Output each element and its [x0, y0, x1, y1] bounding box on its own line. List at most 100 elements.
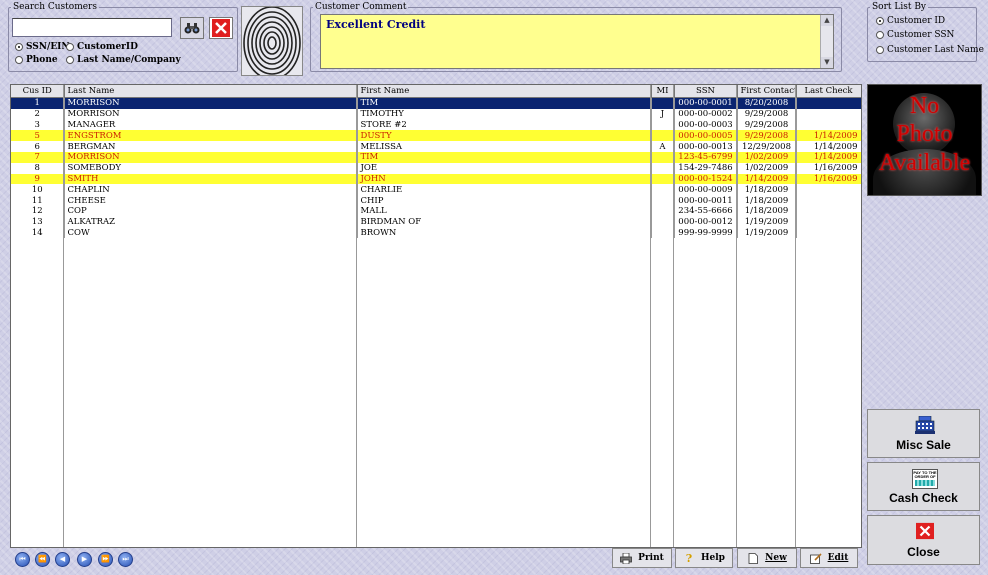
last-record-icon[interactable]: ⏭ [118, 552, 133, 567]
cash-check-button[interactable]: PAY TO THE ORDER OF Cash Check [867, 462, 980, 511]
cell-id: 7 [11, 151, 65, 163]
cell-ssn: 000-00-0013 [674, 141, 738, 152]
search-option-ssn[interactable]: SSN/EIN [15, 42, 70, 52]
table-row[interactable]: 2 MORRISON TIMOTHY J 000-00-0002 9/29/2008 [11, 108, 861, 120]
next-page-icon[interactable]: ⏩ [98, 552, 113, 567]
cell-first: CHIP [357, 195, 652, 206]
cell-id: 9 [11, 173, 65, 185]
comment-scrollbar[interactable]: ▲ ▼ [820, 15, 833, 68]
radio-selected-icon [876, 17, 884, 25]
misc-sale-button[interactable]: Misc Sale [867, 409, 980, 458]
table-row[interactable]: 11 CHEESE CHIP 000-00-0011 1/18/2009 [11, 195, 861, 206]
table-row[interactable]: 14 COW BROWN 999-99-9999 1/19/2009 [11, 227, 861, 239]
cell-ssn: 999-99-9999 [674, 227, 738, 239]
clear-icon [212, 19, 230, 37]
customer-comment-textarea[interactable]: Excellent Credit ▲ ▼ [320, 14, 834, 69]
search-customers-legend: Search Customers [13, 2, 97, 12]
edit-label: Edit [827, 553, 849, 563]
column-header-ssn[interactable]: SSN [674, 85, 738, 98]
next-record-icon[interactable]: ▶ [77, 552, 92, 567]
cell-ssn: 000-00-1524 [674, 173, 738, 185]
cell-first-contact: 1/19/2009 [737, 227, 797, 239]
cell-id: 12 [11, 205, 65, 217]
search-option-lastname[interactable]: Last Name/Company [66, 55, 181, 65]
cell-id: 2 [11, 108, 65, 120]
scroll-down-icon[interactable]: ▼ [821, 57, 833, 68]
new-button[interactable]: New [737, 548, 797, 568]
cell-last-check [796, 227, 861, 239]
table-row[interactable]: 13 ALKATRAZ BIRDMAN OF 000-00-0012 1/19/2009 [11, 216, 861, 228]
table-row[interactable]: 6 BERGMAN MELISSA A 000-00-0013 12/29/2008 1/1… [11, 141, 861, 152]
search-option-customerid[interactable]: CustomerID [66, 42, 138, 52]
table-row[interactable]: 7 MORRISON TIM 123-45-6799 1/02/2009 1/14/200… [11, 151, 861, 163]
column-header-last-check[interactable]: Last Check [796, 85, 861, 98]
cell-ssn: 000-00-0009 [674, 184, 738, 196]
cell-last-check [796, 108, 861, 120]
search-option-label: SSN/EIN [26, 42, 70, 52]
table-row[interactable]: 3 MANAGER STORE #2 000-00-0003 9/29/2008 [11, 119, 861, 131]
cell-last: MORRISON [64, 151, 358, 163]
column-header-first-name[interactable]: First Name [357, 85, 652, 98]
cell-first: STORE #2 [357, 119, 652, 131]
cell-ssn: 154-29-7486 [674, 162, 738, 174]
table-row[interactable]: 8 SOMEBODY JOE 154-29-7486 1/02/2009 1/16/200… [11, 162, 861, 174]
cell-id: 14 [11, 227, 65, 239]
fingerprint-icon [243, 7, 301, 75]
sort-option-customer-id[interactable]: Customer ID [876, 16, 945, 26]
cell-last: SOMEBODY [64, 162, 358, 174]
print-label: Print [638, 553, 664, 563]
print-button[interactable]: Print [612, 548, 672, 568]
cell-last: MORRISON [64, 97, 358, 109]
misc-sale-label: Misc Sale [896, 438, 951, 452]
binoculars-icon [184, 23, 200, 34]
sort-option-customer-ssn[interactable]: Customer SSN [876, 30, 954, 40]
scroll-up-icon[interactable]: ▲ [821, 15, 833, 26]
cell-ssn: 000-00-0005 [674, 130, 738, 142]
cell-first: TIM [357, 151, 652, 163]
edit-button[interactable]: Edit [800, 548, 858, 568]
column-header-first-contact[interactable]: First Contact [737, 85, 797, 98]
cell-ssn: 234-55-6666 [674, 205, 738, 217]
column-header-mi[interactable]: MI [651, 85, 675, 98]
cell-last-check [796, 184, 861, 196]
cell-mi [651, 173, 675, 185]
cell-first: BIRDMAN OF [357, 216, 652, 228]
cell-last-check: 1/14/2009 [796, 130, 861, 142]
cell-mi [651, 119, 675, 131]
cell-ssn: 000-00-0001 [674, 97, 738, 109]
cell-first-contact: 1/19/2009 [737, 216, 797, 228]
table-row[interactable]: 12 COP MALL 234-55-6666 1/18/2009 [11, 205, 861, 217]
search-input[interactable] [12, 18, 172, 37]
previous-page-icon[interactable]: ⏪ [35, 552, 50, 567]
cell-first-contact: 9/29/2008 [737, 108, 797, 120]
first-record-icon[interactable]: ⏮ [15, 552, 30, 567]
cell-first: DUSTY [357, 130, 652, 142]
cell-mi [651, 162, 675, 174]
search-option-phone[interactable]: Phone [15, 55, 58, 65]
cell-first-contact: 1/14/2009 [737, 173, 797, 185]
fingerprint-scanner[interactable] [241, 6, 303, 76]
edit-icon [809, 552, 822, 564]
table-row[interactable]: 5 ENGSTROM DUSTY 000-00-0005 9/29/2008 1/14/2… [11, 130, 861, 142]
clear-search-button[interactable] [209, 17, 233, 39]
column-header-cus-id[interactable]: Cus ID [11, 85, 65, 98]
close-label: Close [907, 545, 940, 559]
table-row[interactable]: 10 CHAPLIN CHARLIE 000-00-0009 1/18/2009 [11, 184, 861, 196]
cell-first-contact: 1/18/2009 [737, 205, 797, 217]
previous-record-icon[interactable]: ◀ [55, 552, 70, 567]
cell-mi [651, 195, 675, 206]
customer-grid[interactable]: Cus ID Last Name First Name MI SSN First… [10, 84, 862, 548]
radio-icon [66, 56, 74, 64]
table-row[interactable]: 1 MORRISON TIM 000-00-0001 8/20/2008 [11, 97, 861, 109]
close-button[interactable]: Close [867, 515, 980, 565]
sort-option-label: Customer ID [887, 16, 946, 26]
search-option-label: Last Name/Company [77, 55, 181, 65]
search-button[interactable] [180, 17, 204, 39]
sort-option-customer-lastname[interactable]: Customer Last Name [876, 45, 984, 55]
column-header-last-name[interactable]: Last Name [64, 85, 358, 98]
table-row[interactable]: 9 SMITH JOHN 000-00-1524 1/14/2009 1/16/2009 [11, 173, 861, 185]
cell-mi [651, 205, 675, 217]
help-button[interactable]: ? Help [675, 548, 733, 568]
table-header-row: Cus ID Last Name First Name MI SSN First… [11, 85, 861, 98]
sort-option-label: Customer SSN [887, 30, 955, 40]
